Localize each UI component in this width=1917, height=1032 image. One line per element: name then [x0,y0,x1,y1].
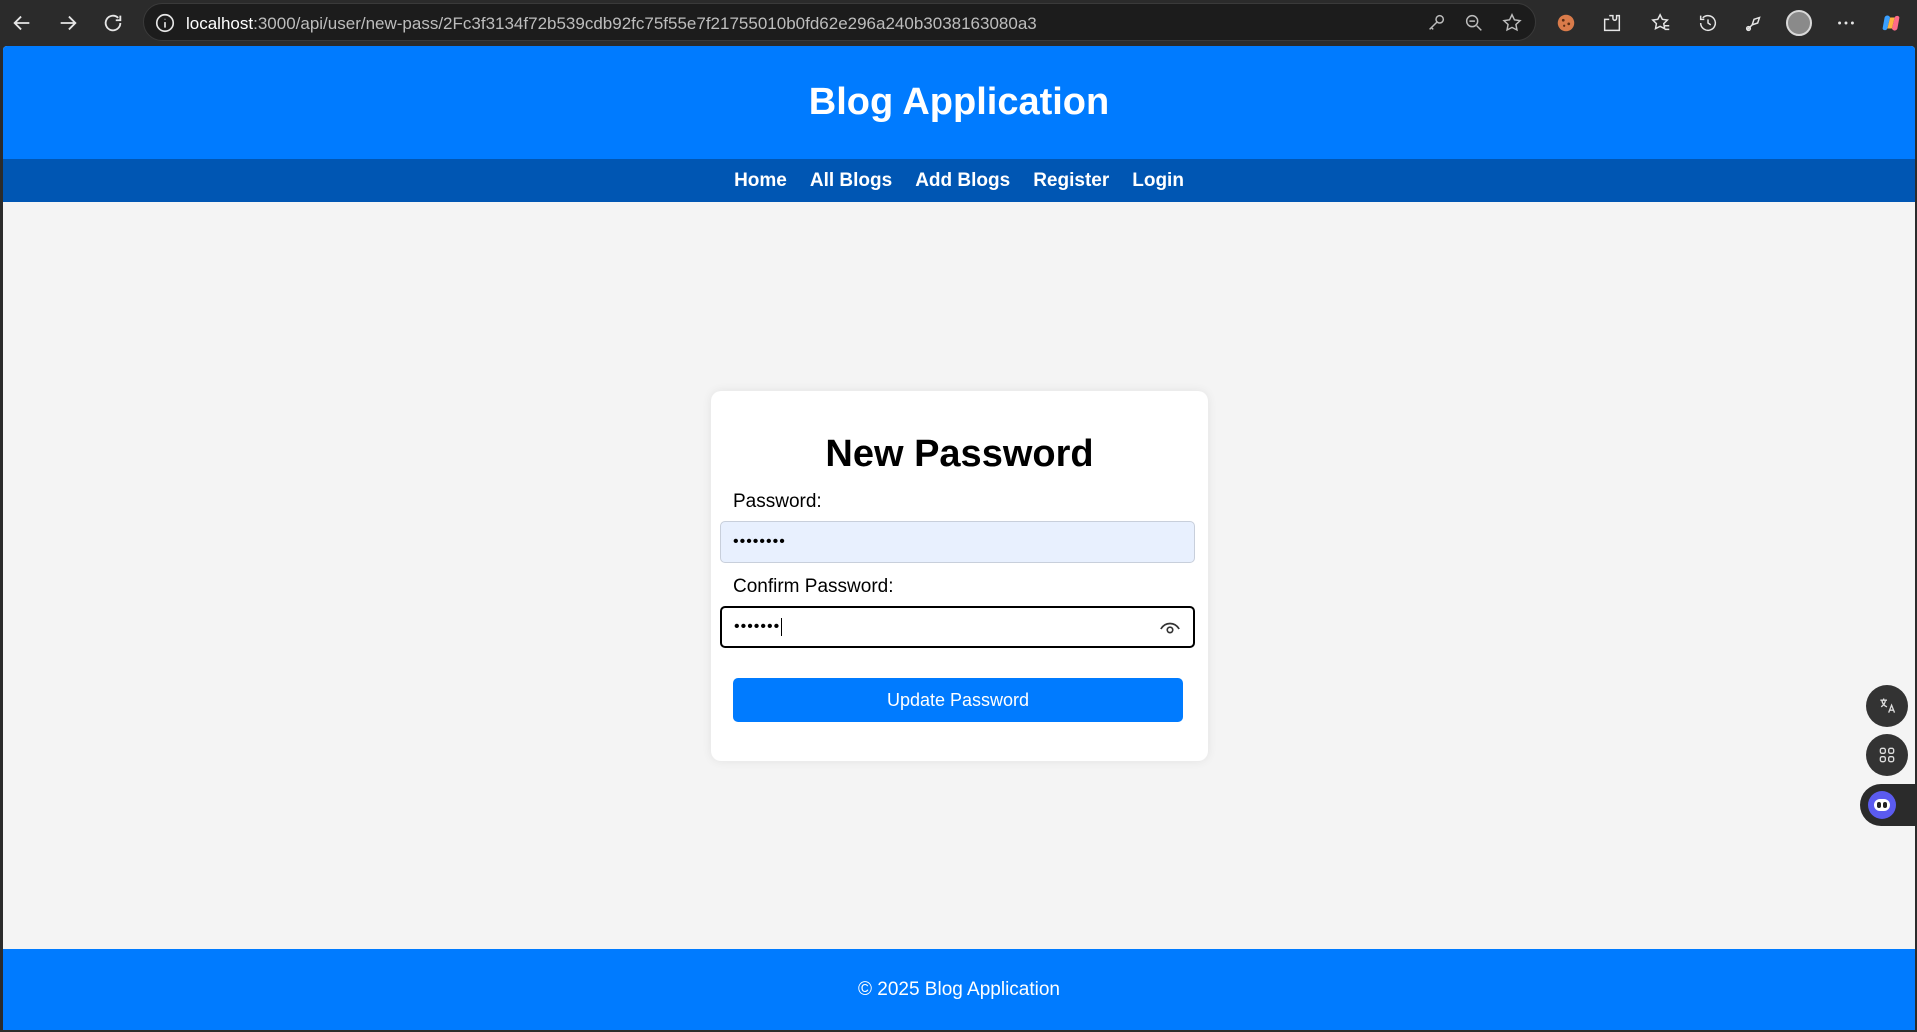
more-options-icon[interactable] [1831,8,1861,38]
key-icon[interactable] [1425,12,1447,39]
confirm-password-label: Confirm Password: [733,576,894,597]
password-field[interactable]: •••••••• [720,521,1195,563]
confirm-password-field[interactable]: ••••••• [720,606,1195,648]
zoom-icon[interactable] [1463,12,1485,39]
address-bar[interactable]: localhost:3000/api/user/new-pass/2Fc3f31… [143,3,1536,41]
site-title: Blog Application [808,81,1110,123]
copilot-icon[interactable] [1876,8,1906,38]
nav-login[interactable]: Login [1132,170,1184,192]
forward-icon[interactable] [52,7,84,39]
back-icon[interactable] [6,7,38,39]
favorite-star-icon[interactable] [1501,12,1523,39]
url-host: localhost [186,14,254,33]
assistant-bot-icon [1868,791,1896,819]
show-password-eye-icon[interactable] [1159,618,1181,640]
assistant-tab[interactable] [1860,784,1915,826]
password-label: Password: [733,491,822,512]
nav-register[interactable]: Register [1033,170,1109,192]
nav-home[interactable]: Home [734,170,787,192]
refresh-icon[interactable] [97,7,129,39]
favorites-icon[interactable] [1646,8,1676,38]
site-footer: © 2025 Blog Application [3,949,1915,1030]
new-password-card: New Password Password: •••••••• Confirm … [711,391,1208,761]
performance-icon[interactable] [1739,8,1769,38]
url-path: :3000/api/user/new-pass/2Fc3f3134f72b539… [253,14,1037,33]
page-viewport: Blog Application Home All Blogs Add Blog… [3,46,1915,1030]
translate-icon[interactable] [1866,685,1908,727]
confirm-password-value: ••••••• [734,618,781,635]
form-title: New Password [825,433,1094,475]
site-header: Blog Application [3,46,1915,159]
extensions-icon[interactable] [1597,8,1627,38]
update-password-button[interactable]: Update Password [733,678,1183,722]
cookie-extension-icon[interactable] [1551,8,1581,38]
history-icon[interactable] [1693,8,1723,38]
url-text[interactable]: localhost:3000/api/user/new-pass/2Fc3f31… [186,14,1037,34]
browser-toolbar: localhost:3000/api/user/new-pass/2Fc3f31… [0,0,1917,46]
profile-avatar[interactable] [1784,8,1814,38]
nav-all-blogs[interactable]: All Blogs [810,170,892,192]
footer-copyright: © 2025 Blog Application [857,978,1061,1000]
text-caret [781,618,783,636]
password-value: •••••••• [733,533,786,550]
info-icon[interactable] [154,12,176,34]
main-nav: Home All Blogs Add Blogs Register Login [3,159,1915,202]
avatar [1786,10,1812,36]
apps-grid-icon[interactable] [1866,734,1908,776]
nav-add-blogs[interactable]: Add Blogs [915,170,1010,192]
